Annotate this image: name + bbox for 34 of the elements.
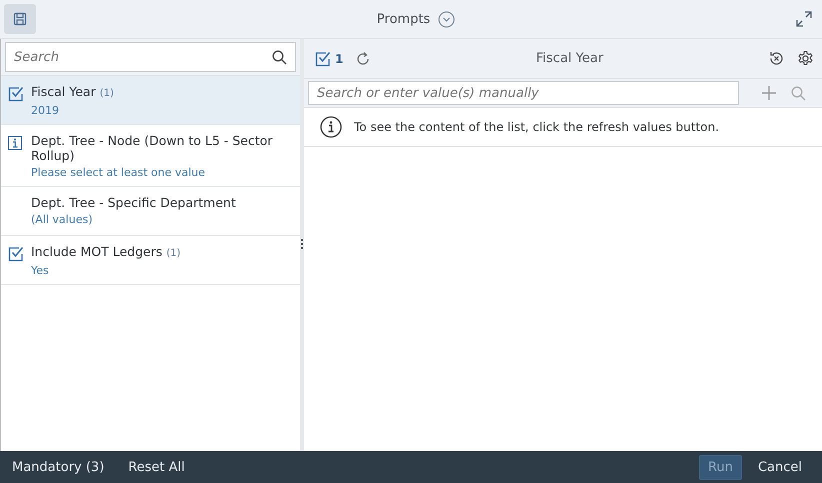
search-icon[interactable] xyxy=(272,50,287,65)
expand-icon[interactable] xyxy=(796,11,812,27)
checkbox-icon xyxy=(8,86,24,102)
prompt-label: Fiscal Year xyxy=(31,84,96,99)
prompt-label: Dept. Tree - Node (Down to L5 - Sector Rollup) xyxy=(31,133,273,163)
reset-icon[interactable] xyxy=(768,50,785,67)
checkbox-icon xyxy=(8,246,24,262)
value-count: (1) xyxy=(100,88,114,99)
refresh-icon[interactable] xyxy=(355,50,372,66)
search-field[interactable]: Search xyxy=(5,42,296,72)
prompt-value: Please select at least one value xyxy=(31,166,206,179)
prompt-label: Dept. Tree - Specific Department xyxy=(31,195,236,210)
prompt-value: Yes xyxy=(31,264,50,277)
resize-handle[interactable] xyxy=(301,239,303,251)
dialog-title: Prompts xyxy=(376,12,430,26)
save-button[interactable] xyxy=(4,4,36,34)
info-icon xyxy=(320,116,342,138)
selected-count: 1 xyxy=(335,52,344,66)
prompt-label: Include MOT Ledgers xyxy=(31,244,162,259)
info-icon xyxy=(8,136,22,150)
prompt-value: 2019 xyxy=(31,104,60,117)
value-count: (1) xyxy=(166,248,181,259)
mandatory-button[interactable]: Mandatory (3) xyxy=(6,456,110,478)
cancel-button[interactable]: Cancel xyxy=(752,456,808,478)
info-message: To see the content of the list, click the refresh values button. xyxy=(354,120,720,134)
prompt-item[interactable]: Fiscal Year (1) 2019 xyxy=(1,76,300,125)
checkbox-icon[interactable] xyxy=(315,50,331,66)
value-input-field[interactable]: Search or enter value(s) manually xyxy=(308,81,739,105)
prompt-title: Fiscal Year xyxy=(535,51,604,66)
prompt-value: (All values) xyxy=(31,213,94,226)
reset-all-button[interactable]: Reset All xyxy=(122,456,191,478)
settings-icon[interactable] xyxy=(797,50,814,67)
dropdown-icon[interactable] xyxy=(438,10,456,28)
save-icon xyxy=(13,12,27,26)
